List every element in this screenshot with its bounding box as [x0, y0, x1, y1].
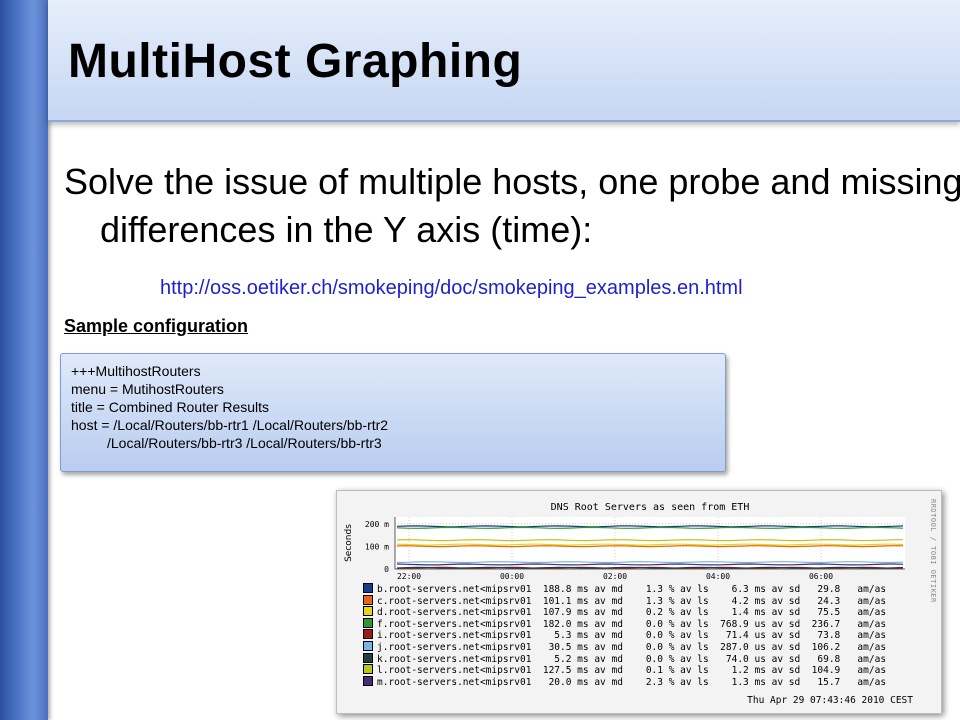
x-tick-label: 22:00: [397, 572, 421, 581]
legend-text: d.root-servers.net<mipsrv01 107.9 ms av …: [377, 607, 887, 619]
legend-row: m.root-servers.net<mipsrv01 20.0 ms av m…: [363, 675, 887, 688]
bullet-text: Solve the issue of multiple hosts, one p…: [64, 161, 960, 250]
legend-swatch: [363, 606, 373, 617]
legend-row: k.root-servers.net<mipsrv01 5.2 ms av md…: [363, 652, 887, 665]
legend-text: i.root-servers.net<mipsrv01 5.3 ms av md…: [377, 630, 887, 642]
rrdtool-credit: RRDTOOL / TOBI OETIKER: [929, 499, 937, 603]
config-line: title = Combined Router Results: [71, 399, 270, 415]
series-line-f-root: [396, 526, 904, 529]
y-tick-label: 200 m: [365, 520, 389, 529]
legend-swatch: [363, 675, 373, 686]
x-tick-label: 00:00: [500, 572, 524, 581]
legend-text: k.root-servers.net<mipsrv01 5.2 ms av md…: [377, 653, 887, 665]
legend-swatch: [363, 594, 373, 605]
legend-swatch: [363, 652, 373, 663]
legend-swatch: [363, 641, 373, 651]
series-line-b-root: [396, 525, 904, 528]
legend-row: j.root-servers.net<mipsrv01 30.5 ms av m…: [363, 641, 886, 653]
x-tick-label: 04:00: [706, 572, 730, 581]
legend-text: j.root-servers.net<mipsrv01 30.5 ms av m…: [377, 642, 887, 653]
graph-date: Thu Apr 29 07:43:46 2010 CEST: [747, 695, 913, 706]
config-line: host = /Local/Routers/bb-rtr1 /Local/Rou…: [71, 417, 389, 433]
config-line: menu = MutihostRouters: [71, 381, 224, 397]
legend-text: f.root-servers.net<mipsrv01 182.0 ms av …: [377, 618, 887, 630]
smokeping-examples-link[interactable]: http://oss.oetiker.ch/smokeping/doc/smok…: [160, 277, 743, 300]
legend-text: m.root-servers.net<mipsrv01 20.0 ms av m…: [377, 676, 887, 688]
config-line: +++MultihostRouters: [71, 363, 201, 379]
sample-configuration-heading: Sample configuration: [64, 316, 249, 336]
legend-swatch: [363, 629, 373, 640]
graph-y-axis-label: Seconds: [344, 524, 354, 562]
config-code-box: +++MultihostRouters menu = MutihostRoute…: [60, 353, 726, 472]
series-line-j-root: [396, 561, 904, 564]
y-tick-label: 100 m: [365, 542, 389, 551]
legend-text: l.root-servers.net<mipsrv01 127.5 ms av …: [377, 665, 887, 677]
slide-left-bar: [0, 0, 48, 720]
legend-swatch: [363, 583, 373, 593]
legend-text: b.root-servers.net<mipsrv01 188.8 ms av …: [377, 584, 887, 595]
legend-row: c.root-servers.net<mipsrv01 101.1 ms av …: [363, 594, 887, 607]
legend-swatch: [363, 617, 373, 628]
slide-title: MultiHost Graphing: [68, 35, 523, 88]
graph-title: DNS Root Servers as seen from ETH: [551, 502, 750, 513]
smokeping-graph: DNS Root Servers as seen from ETH Second…: [336, 490, 942, 714]
legend-swatch: [363, 664, 373, 675]
legend-row: b.root-servers.net<mipsrv01 188.8 ms av …: [363, 583, 886, 595]
legend-row: i.root-servers.net<mipsrv01 5.3 ms av md…: [363, 629, 886, 641]
legend-text: c.root-servers.net<mipsrv01 101.1 ms av …: [377, 595, 887, 607]
legend-row: f.root-servers.net<mipsrv01 182.0 ms av …: [363, 617, 887, 630]
config-line: /Local/Routers/bb-rtr3 /Local/Routers/bb…: [107, 435, 382, 451]
x-tick-label: 06:00: [809, 572, 833, 581]
legend-row: d.root-servers.net<mipsrv01 107.9 ms av …: [363, 606, 886, 618]
legend-row: l.root-servers.net<mipsrv01 127.5 ms av …: [363, 664, 886, 676]
x-tick-label: 02:00: [603, 572, 627, 581]
y-tick-label: 0: [384, 565, 389, 574]
series-line-k-root: [396, 566, 904, 569]
